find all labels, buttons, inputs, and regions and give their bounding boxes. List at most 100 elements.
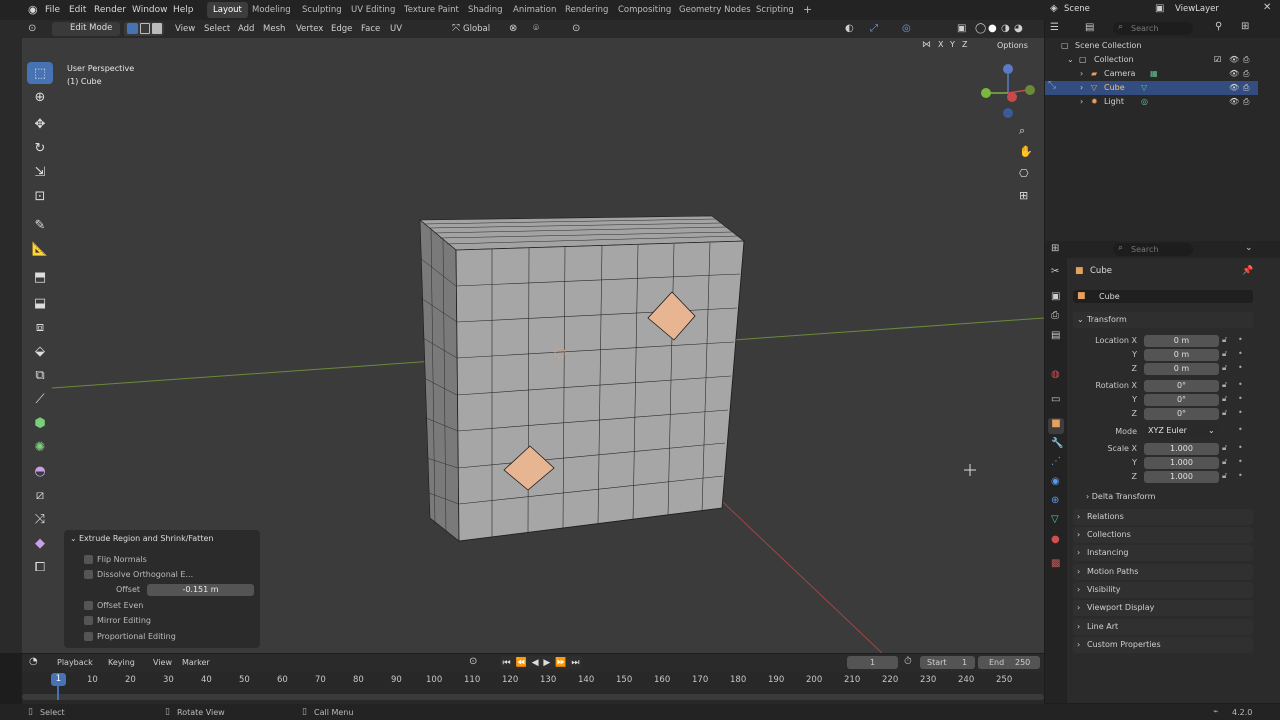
menu-keying[interactable]: Keying: [108, 658, 135, 667]
section-visibility[interactable]: › Visibility: [1073, 582, 1253, 598]
display-mode-icon[interactable]: ▤: [1085, 22, 1094, 33]
new-collection-icon[interactable]: ⊞: [1241, 21, 1249, 32]
modifier-tab-icon[interactable]: 🔧: [1051, 438, 1063, 449]
rendered-shading-icon[interactable]: ◕: [1014, 20, 1023, 38]
tab-texture-paint[interactable]: Texture Paint: [398, 2, 465, 18]
play-icon[interactable]: ▶: [543, 658, 550, 668]
eye-icon[interactable]: 👁: [1229, 53, 1239, 67]
playhead[interactable]: 1: [51, 673, 66, 686]
cursor-tool[interactable]: ⊕: [27, 86, 53, 108]
vertex-select-icon[interactable]: [127, 23, 138, 34]
transform-tool[interactable]: ⊡: [27, 185, 53, 207]
gizmo-icon[interactable]: ⤢: [870, 20, 878, 38]
offset-field[interactable]: -0.151 m: [147, 584, 254, 596]
camera-render-icon[interactable]: ⎙: [1243, 81, 1249, 95]
end-frame-field[interactable]: End 250: [978, 656, 1040, 669]
timeline-scrollbar[interactable]: [22, 694, 1044, 700]
menu-edit[interactable]: Edit: [69, 0, 86, 20]
menu-render[interactable]: Render: [94, 0, 126, 20]
keyframe-dot-icon[interactable]: •: [1238, 457, 1243, 466]
lock-icon[interactable]: 🔓︎: [1222, 443, 1227, 453]
jump-end-icon[interactable]: ⏭: [571, 658, 579, 668]
particles-tab-icon[interactable]: ⋰: [1051, 456, 1061, 467]
pin-icon[interactable]: 📌: [1242, 266, 1253, 276]
scale-y-field[interactable]: 1.000: [1144, 457, 1219, 469]
mirror-icon[interactable]: ⋈: [922, 40, 931, 50]
material-tab-icon[interactable]: ●: [1051, 534, 1060, 545]
constraints-tab-icon[interactable]: ⊕: [1051, 495, 1059, 506]
menu-playback[interactable]: Playback: [57, 658, 93, 667]
next-keyframe-icon[interactable]: ⏩: [555, 658, 566, 668]
output-tab-icon[interactable]: ⎙: [1051, 310, 1059, 321]
eye-icon[interactable]: 👁: [1229, 95, 1239, 109]
stopwatch-icon[interactable]: ⏱: [904, 656, 912, 667]
xray-icon[interactable]: ▣: [957, 20, 966, 38]
tool-tab-icon[interactable]: ✂: [1051, 266, 1059, 277]
location-x-field[interactable]: 0 m: [1144, 335, 1219, 347]
tab-geometry-nodes[interactable]: Geometry Nodes: [673, 2, 757, 18]
properties-search-input[interactable]: ⌕ Search: [1113, 243, 1193, 256]
lock-icon[interactable]: 🔓︎: [1222, 380, 1227, 390]
menu-help[interactable]: Help: [173, 0, 194, 20]
extrude-tool[interactable]: ⬓: [27, 292, 53, 314]
menu-uv[interactable]: UV: [390, 20, 402, 38]
editor-type-icon[interactable]: ☰: [1050, 22, 1059, 33]
dissolve-checkbox[interactable]: Dissolve Orthogonal E...: [84, 570, 193, 579]
camera-render-icon[interactable]: ⎙: [1243, 95, 1249, 109]
mode-dropdown[interactable]: Edit Mode: [52, 22, 120, 36]
keyframe-dot-icon[interactable]: •: [1238, 408, 1243, 417]
axis-z-toggle[interactable]: Z: [962, 40, 967, 49]
render-tab-icon[interactable]: ▣: [1051, 291, 1060, 302]
bevel-tool[interactable]: ⬙: [27, 340, 53, 362]
menu-mesh[interactable]: Mesh: [263, 20, 285, 38]
proportional-editing-checkbox[interactable]: Proportional Editing: [84, 632, 176, 641]
chevron-down-icon[interactable]: ⌄: [1245, 243, 1253, 253]
knife-tool[interactable]: ⟋: [27, 388, 53, 410]
view-layer-icon[interactable]: ▣: [1155, 3, 1164, 14]
current-frame-field[interactable]: 1: [847, 656, 898, 669]
keyframe-dot-icon[interactable]: •: [1238, 349, 1243, 358]
editor-type-icon[interactable]: ◔: [29, 656, 38, 667]
measure-tool[interactable]: 📐: [27, 238, 53, 260]
edge-slide-tool[interactable]: ⧄: [27, 484, 53, 506]
scale-tool[interactable]: ⇲: [27, 161, 53, 183]
scale-x-field[interactable]: 1.000: [1144, 443, 1219, 455]
jump-start-icon[interactable]: ⏮: [502, 658, 510, 668]
orientation-dropdown[interactable]: Global: [463, 20, 490, 38]
overlay-icon[interactable]: ◎: [902, 20, 911, 38]
smooth-tool[interactable]: ◓: [27, 460, 53, 482]
chevron-down-icon[interactable]: ⌄: [70, 534, 77, 543]
material-shading-icon[interactable]: ◑: [1001, 20, 1010, 38]
keyframe-dot-icon[interactable]: •: [1238, 394, 1243, 403]
scene-icon[interactable]: ◈: [1050, 3, 1058, 14]
tab-rendering[interactable]: Rendering: [559, 2, 614, 18]
shrink-fatten-tool[interactable]: ⤨: [27, 508, 53, 530]
scene-name[interactable]: Scene: [1064, 4, 1090, 14]
tab-shading[interactable]: Shading: [462, 2, 509, 18]
menu-marker[interactable]: Marker: [182, 658, 210, 667]
menu-window[interactable]: Window: [132, 0, 168, 20]
proportional-icon[interactable]: ⊙: [572, 20, 580, 38]
select-mode-group[interactable]: [124, 22, 164, 36]
spin-tool[interactable]: ✺: [27, 436, 53, 458]
rotation-mode-dropdown[interactable]: XYZ Euler ⌄: [1144, 425, 1219, 437]
chevron-right-icon[interactable]: ›: [1080, 81, 1083, 95]
visibility-icon[interactable]: ◐: [845, 20, 854, 38]
camera-render-icon[interactable]: ⎙: [1243, 67, 1249, 81]
lock-icon[interactable]: 🔓︎: [1222, 408, 1227, 418]
camera-view-icon[interactable]: ⎔: [1019, 167, 1029, 180]
outliner-row-cube[interactable]: › ▽ Cube ▽ 👁 ⎙: [1045, 81, 1258, 95]
lock-icon[interactable]: 🔓︎: [1222, 394, 1227, 404]
section-collections[interactable]: › Collections: [1073, 527, 1253, 543]
snap-icon[interactable]: ⌾: [533, 20, 539, 38]
rotation-y-field[interactable]: 0°: [1144, 394, 1219, 406]
section-motion-paths[interactable]: › Motion Paths: [1073, 564, 1253, 580]
rotation-z-field[interactable]: 0°: [1144, 408, 1219, 420]
tab-animation[interactable]: Animation: [507, 2, 562, 18]
shear-tool[interactable]: ◆: [27, 532, 53, 554]
menu-add[interactable]: Add: [238, 20, 254, 38]
filter-icon[interactable]: ⚲: [1215, 21, 1222, 32]
outliner-row-light[interactable]: › ✹ Light ◎ 👁 ⎙: [1045, 95, 1258, 109]
lock-icon[interactable]: 🔓︎: [1222, 335, 1227, 345]
delta-transform-header[interactable]: › Delta Transform: [1086, 492, 1155, 501]
